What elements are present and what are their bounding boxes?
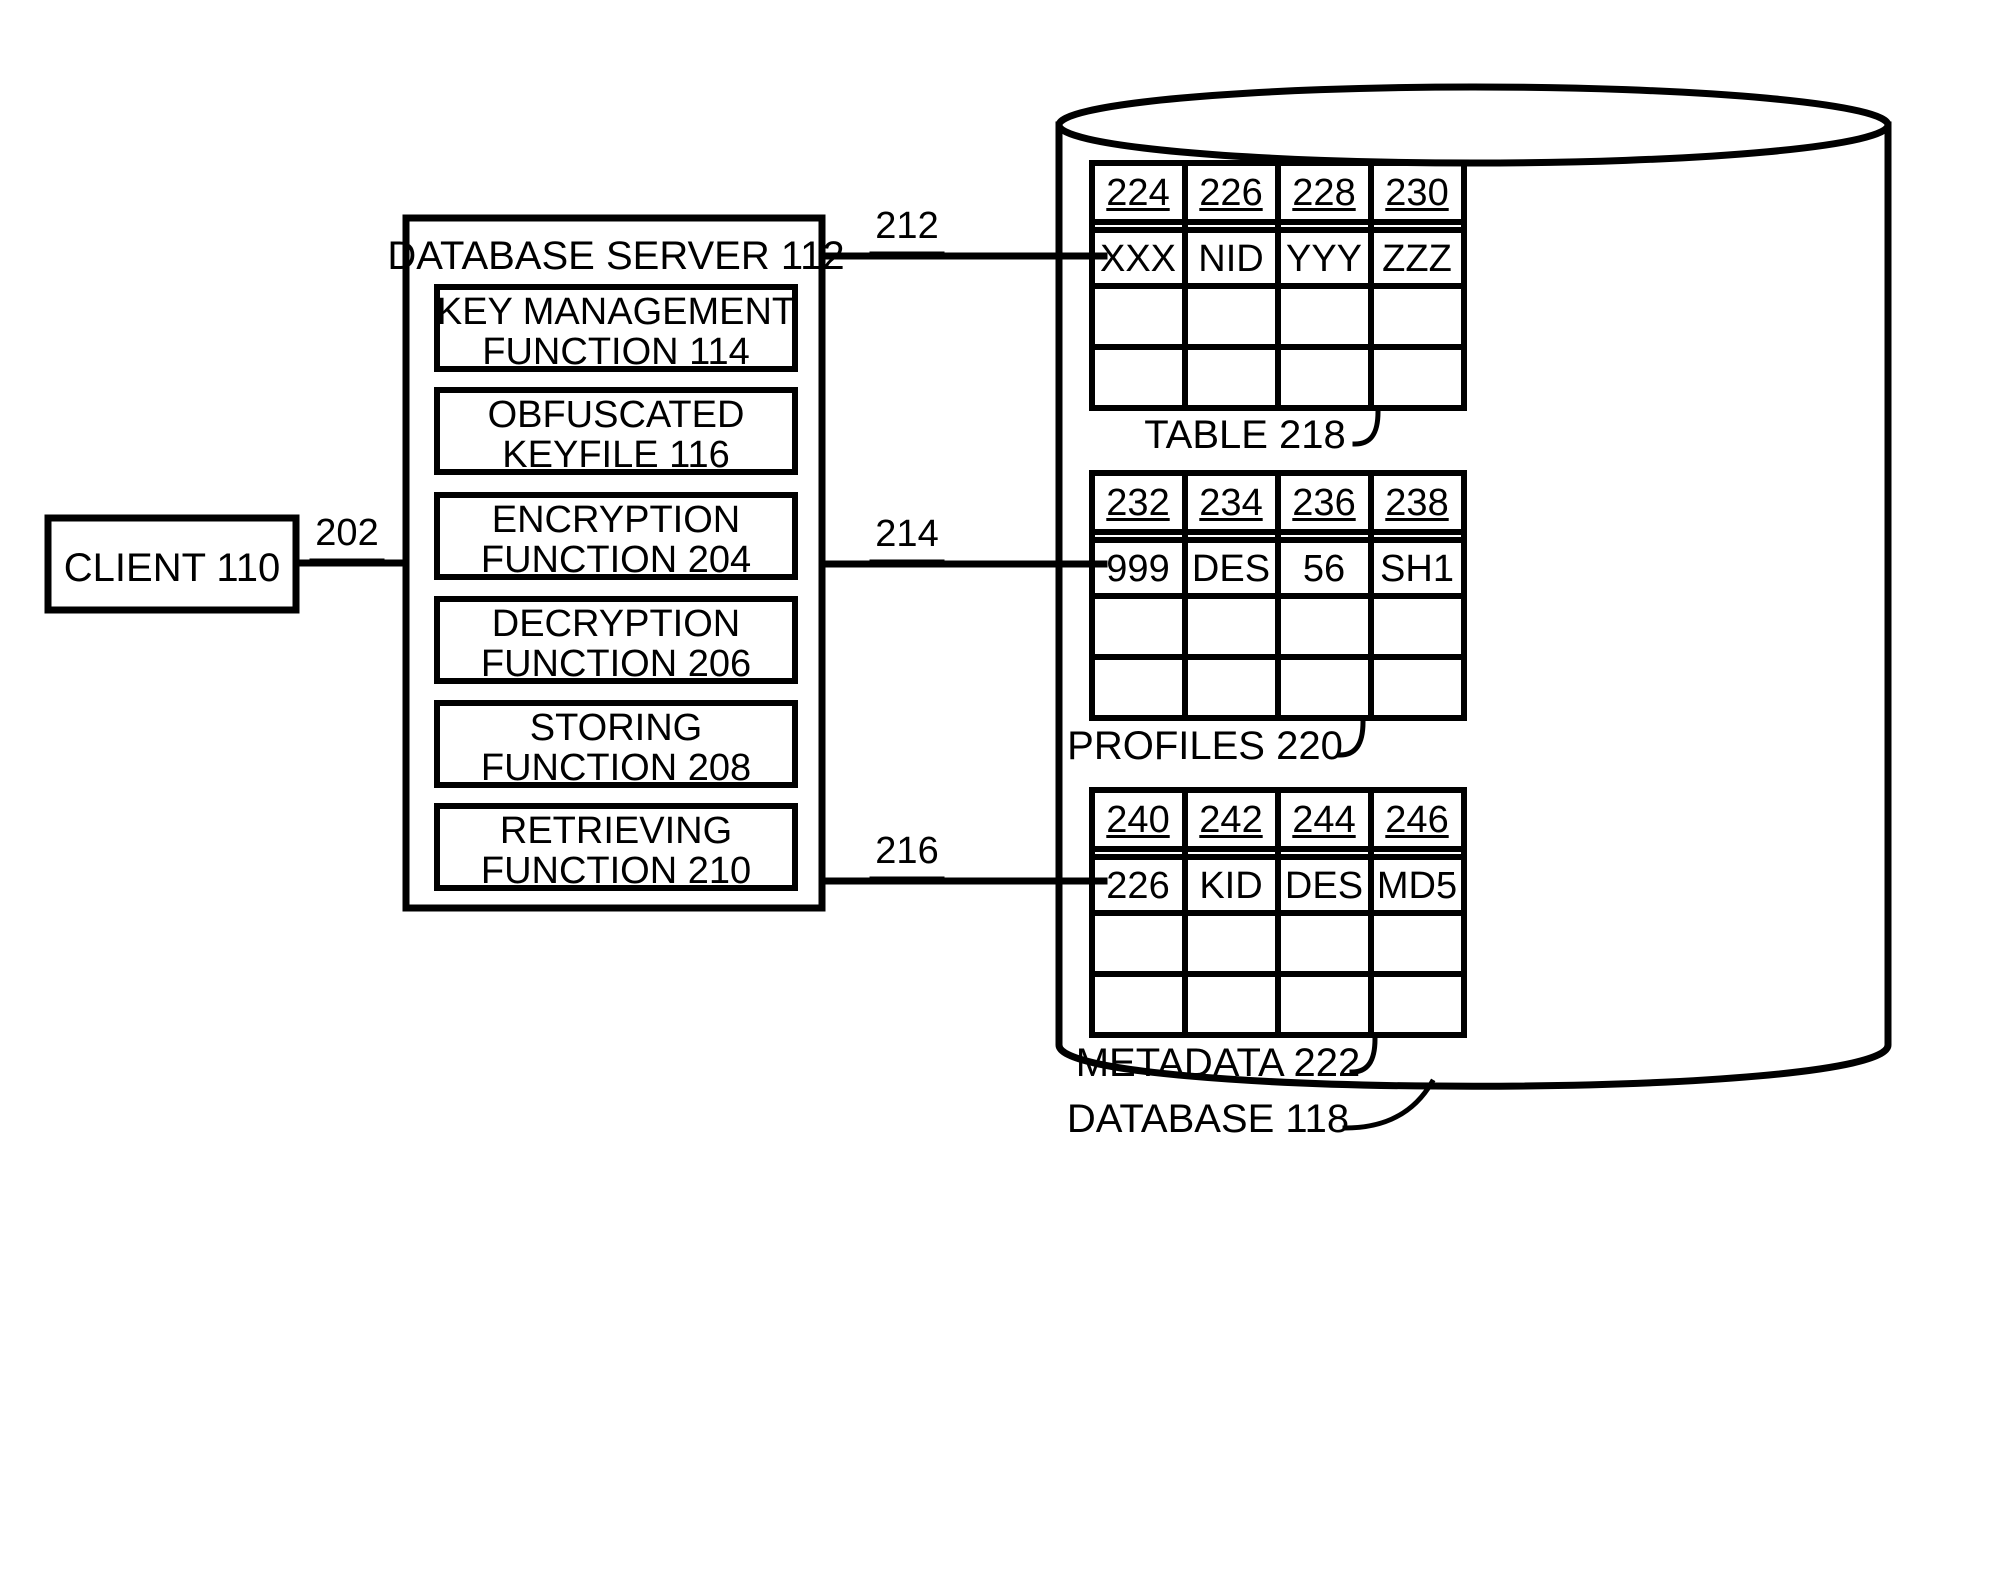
function-2-line1: OBFUSCATED — [487, 394, 745, 436]
connector-212-label: 212 — [875, 205, 939, 247]
table-218-header-3: 230 — [1385, 172, 1449, 214]
function-1-line2: FUNCTION 114 — [482, 331, 750, 373]
function-4-line2: FUNCTION 206 — [480, 643, 752, 685]
database-cylinder-top — [1055, 83, 1892, 167]
table-220-header-2: 236 — [1292, 482, 1356, 524]
diagram-vector-layer — [44, 83, 1892, 1131]
table-218-cell-0-2: YYY — [1285, 238, 1363, 280]
table-222-cell-0-1: KID — [1199, 865, 1263, 907]
function-3-line2: FUNCTION 204 — [480, 539, 752, 581]
table-220-header-1: 234 — [1199, 482, 1263, 524]
table-222-header-3: 246 — [1385, 799, 1449, 841]
table-220-cell-0-3: SH1 — [1380, 548, 1454, 590]
function-2-line2: KEYFILE 116 — [502, 434, 730, 476]
figure-canvas: CLIENT 110 202 DATABASE SERVER 112 KEY M… — [0, 0, 2005, 1569]
function-4-line1: DECRYPTION — [491, 603, 741, 645]
table-222-cell-0-2: DES — [1284, 865, 1364, 907]
connector-214-label: 214 — [875, 513, 939, 555]
table-222-header-0: 240 — [1106, 799, 1170, 841]
table-218-header-0: 224 — [1106, 172, 1170, 214]
function-1-line1: KEY MANAGEMENT — [436, 291, 796, 333]
table-218-caption: TABLE 218 — [1144, 413, 1346, 457]
table-218-cell-0-1: NID — [1198, 238, 1264, 280]
table-220-cell-0-2: 56 — [1302, 548, 1346, 590]
table-220-header-0: 232 — [1106, 482, 1170, 524]
table-220-cell-0-1: DES — [1191, 548, 1271, 590]
table-222-cell-0-3: MD5 — [1376, 865, 1458, 907]
function-3-line1: ENCRYPTION — [491, 499, 741, 541]
table-220-header-3: 238 — [1385, 482, 1449, 524]
connector-202-label: 202 — [315, 512, 379, 554]
function-6-line1: RETRIEVING — [499, 810, 733, 852]
table-220-cell-0-0: 999 — [1106, 548, 1170, 590]
client-label: CLIENT 110 — [63, 546, 281, 590]
table-222-header-1: 242 — [1199, 799, 1263, 841]
function-5-line2: FUNCTION 208 — [480, 747, 752, 789]
connector-216-label: 216 — [875, 830, 939, 872]
table-218-cell-0-3: ZZZ — [1382, 238, 1452, 280]
table-222-caption: METADATA 222 — [1075, 1041, 1361, 1085]
table-222-cell-0-0: 226 — [1106, 865, 1170, 907]
server-title: DATABASE SERVER 112 — [387, 234, 845, 278]
table-218-leader — [1352, 409, 1381, 447]
table-218-cell-0-0: XXX — [1099, 238, 1177, 280]
table-218-header-1: 226 — [1199, 172, 1263, 214]
database-label: DATABASE 118 — [1066, 1097, 1350, 1141]
function-5-line1: STORING — [529, 707, 703, 749]
table-220-leader — [1337, 719, 1366, 758]
table-222-header-2: 244 — [1292, 799, 1356, 841]
table-220-caption: PROFILES 220 — [1067, 724, 1343, 768]
function-6-line2: FUNCTION 210 — [480, 850, 752, 892]
table-218-header-2: 228 — [1292, 172, 1356, 214]
